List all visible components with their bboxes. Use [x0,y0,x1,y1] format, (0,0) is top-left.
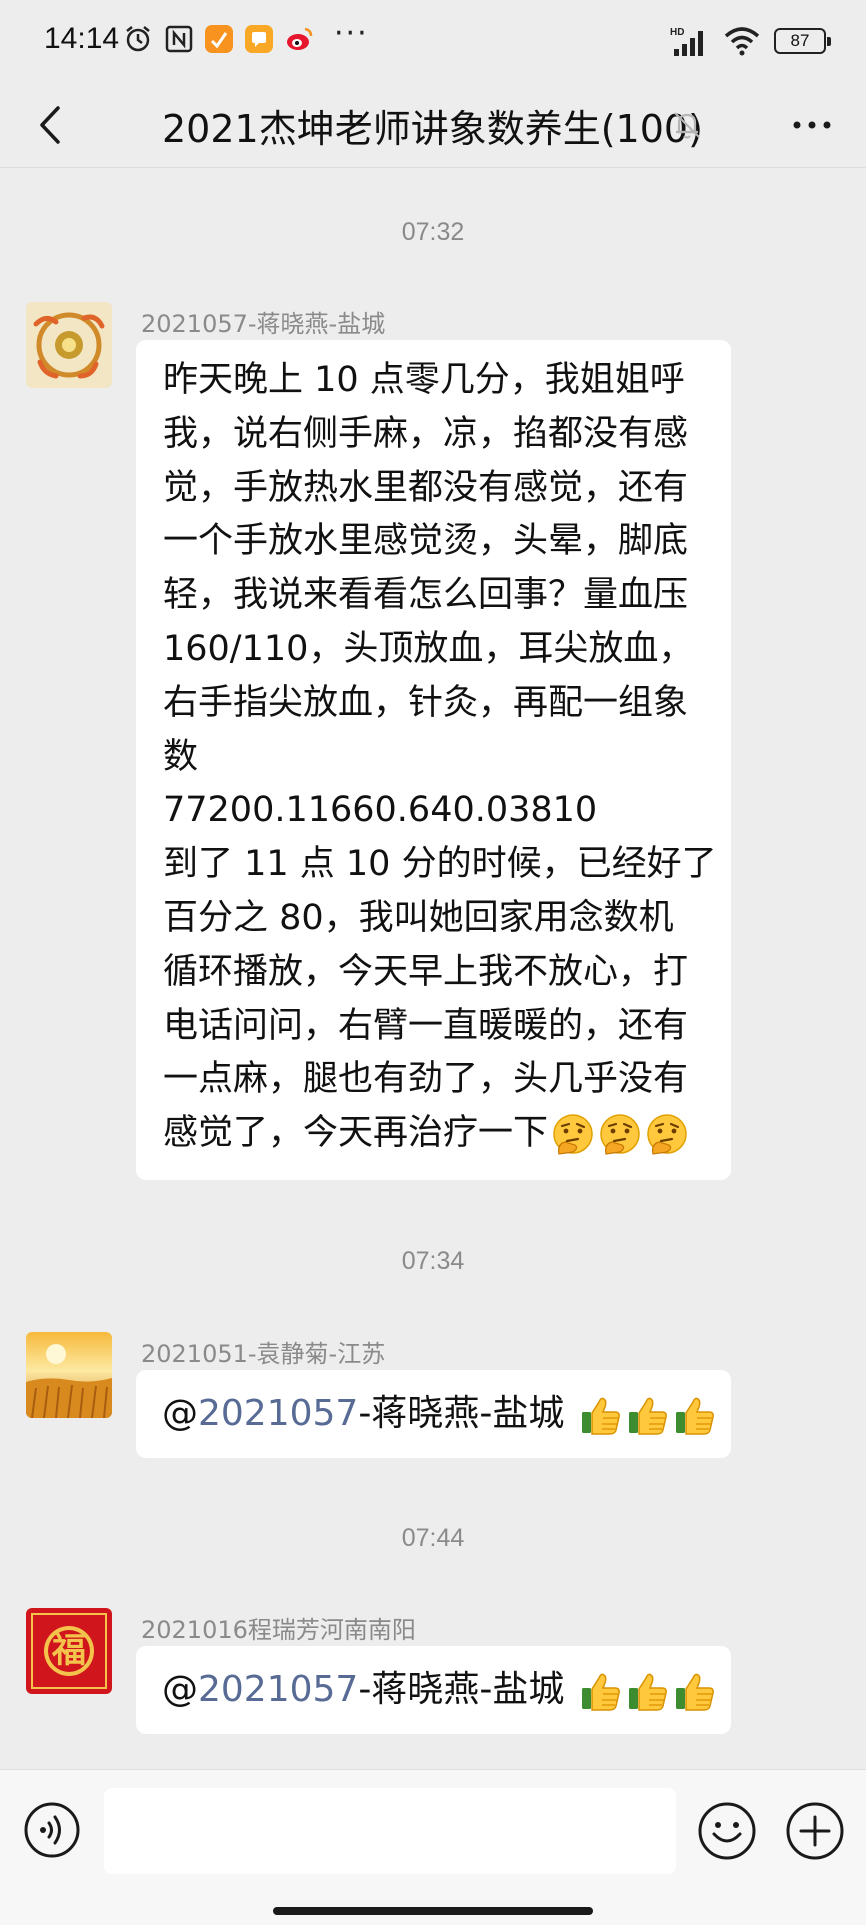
more-notifications-indicator: ··· [334,16,369,51]
message-line: 77200.11660.640.03810 [163,790,598,831]
emoji-icon[interactable] [696,1800,758,1862]
voice-icon[interactable] [22,1800,82,1860]
message-line: 一个手放水里感觉烫，头晕，脚底 [163,521,689,562]
mention-at: @ [162,1393,198,1434]
thumbs-up-emoji [675,1397,714,1435]
thinking-emoji [600,1114,640,1155]
sender-avatar[interactable] [26,1332,112,1418]
sender-name: 2021057-蒋晓燕-盐城 [141,310,386,338]
message-line: 数 [163,736,199,777]
message-timestamp: 07:44 [401,1524,465,1552]
message-input[interactable] [104,1788,676,1874]
message-line: 百分之 80，我叫她回家用念数机 [163,897,674,938]
mention-link[interactable]: 2021057 [198,1669,358,1710]
mention-name: -蒋晓燕-盐城 [358,1669,565,1710]
status-right-cluster: HD 87 [670,24,831,58]
status-time: 14:14 [44,22,120,55]
mention-link[interactable]: 2021057 [198,1393,358,1434]
battery-icon: 87 [774,28,831,54]
thumbs-up-emoji [581,1673,620,1711]
back-icon[interactable] [28,100,78,150]
message-line: 我，说右侧手麻，凉，掐都没有感 [163,413,689,454]
nfc-icon [165,25,193,53]
message-bubble[interactable]: 昨天晚上 10 点零几分，我姐姐呼 我，说右侧手麻，凉，掐都没有感 觉，手放热水… [136,340,731,1180]
hd-signal-icon: HD [670,27,703,56]
message-notification-icon [245,25,273,53]
sender-avatar[interactable]: 福 [26,1608,112,1694]
svg-text:HD: HD [670,27,684,38]
chat-header: 2021杰坤老师讲象数养生(100) [0,82,866,168]
more-icon[interactable] [784,102,840,148]
plus-icon[interactable] [784,1800,846,1862]
chat-input-bar [0,1769,866,1925]
message-line: 循环播放，今天早上我不放心，打 [163,951,689,992]
thumbs-up-emoji [628,1397,667,1435]
fu-character: 福 [52,1631,86,1671]
home-indicator[interactable] [273,1907,593,1915]
wifi-icon [724,27,760,56]
sender-avatar[interactable] [26,302,112,388]
sender-name: 2021051-袁静菊-江苏 [141,1340,386,1368]
message-timestamp: 07:34 [401,1247,465,1275]
thinking-emoji [553,1114,593,1155]
message-line: 右手指尖放血，针灸，再配一组象 [163,682,689,723]
message-line: 昨天晚上 10 点零几分，我姐姐呼 [163,360,685,400]
message-bubble[interactable]: @2021057-蒋晓燕-盐城 [136,1646,731,1734]
app-notification-icon [205,25,233,53]
weibo-icon [287,27,313,50]
message-line: 电话问问，右臂一直暖暖的，还有 [163,1005,689,1046]
message-line: 160/110，头顶放血，耳尖放血， [163,628,694,669]
message-line: 轻，我说来看看怎么回事？量血压 [163,575,689,616]
message-line: 到了 11 点 10 分的时候，已经好了 [163,844,717,885]
mute-bell-icon [674,112,700,139]
status-bar: 14:14 ··· HD 87 [0,0,866,82]
message-line: 觉，手放热水里都没有感觉，还有 [163,467,689,508]
thumbs-up-emoji [581,1397,620,1435]
mention-at: @ [162,1669,198,1710]
message-bubble[interactable]: @2021057-蒋晓燕-盐城 [136,1370,731,1458]
message-line: 感觉了，今天再治疗一下 [163,1113,549,1154]
message-timestamp: 07:32 [401,218,465,246]
message-line-last: 感觉了，今天再治疗一下 [163,1107,707,1161]
chat-title: 2021杰坤老师讲象数养生(100) [162,107,703,151]
alarm-icon [126,26,150,52]
mention-name: -蒋晓燕-盐城 [358,1393,565,1434]
thumbs-up-emoji [675,1673,714,1711]
sender-name: 2021016程瑞芳河南南阳 [141,1616,416,1644]
thinking-emoji [647,1114,687,1155]
thumbs-up-emoji [628,1673,667,1711]
message-line: 一点麻，腿也有劲了，头几乎没有 [163,1059,689,1100]
